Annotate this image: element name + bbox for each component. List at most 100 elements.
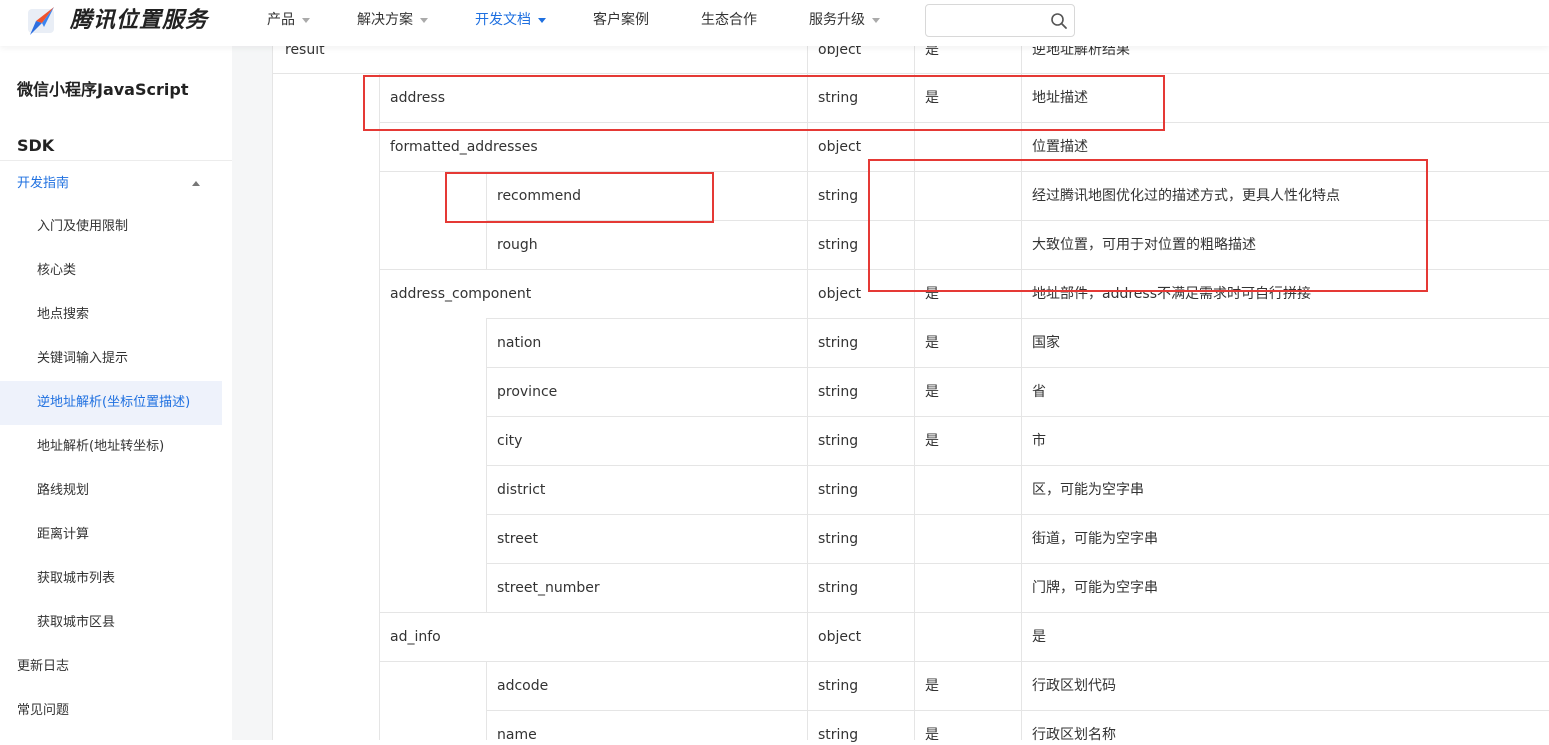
row-divider: [486, 367, 1549, 368]
param-desc: 国家: [1032, 335, 1060, 351]
param-name: street: [497, 531, 538, 547]
highlight-box-descriptions: [868, 159, 1428, 292]
col-divider: [486, 661, 487, 740]
param-desc: 街道，可能为空字串: [1032, 531, 1158, 547]
sidebar-section-dev-guide[interactable]: 开发指南: [17, 172, 69, 196]
param-type: object: [818, 139, 862, 155]
param-name: ad_info: [390, 629, 441, 645]
param-name: formatted_addresses: [390, 139, 538, 155]
param-name: street_number: [497, 580, 600, 596]
param-desc: 门牌，可能为空字串: [1032, 580, 1158, 596]
row-divider: [272, 73, 1549, 74]
row-divider: [486, 416, 1549, 417]
param-desc: 行政区划名称: [1032, 727, 1116, 743]
top-header: 腾讯位置服务 产品 解决方案 开发文档 客户案例 生态合作 服务升级: [0, 0, 1549, 46]
search-box: [925, 4, 1075, 37]
param-type: string: [818, 727, 859, 743]
nav-solutions[interactable]: 解决方案: [357, 0, 428, 40]
sidebar-item-city-list[interactable]: 获取城市列表: [0, 557, 222, 601]
param-required: 是: [925, 678, 939, 694]
nav-upgrade-label: 服务升级: [809, 12, 865, 28]
row-divider: [379, 612, 1549, 613]
param-type: string: [818, 482, 859, 498]
param-desc: 省: [1032, 384, 1046, 400]
col-divider: [379, 73, 380, 740]
row-divider: [379, 661, 1549, 662]
sidebar-item-geocoder[interactable]: 地址解析(地址转坐标): [0, 425, 222, 469]
param-type: string: [818, 531, 859, 547]
chevron-down-icon: [538, 17, 546, 23]
nav-solutions-label: 解决方案: [357, 12, 413, 28]
param-desc: 行政区划代码: [1032, 678, 1116, 694]
sidebar-item-faq[interactable]: 常见问题: [0, 689, 222, 733]
param-type: string: [818, 237, 859, 253]
sidebar-gutter: [232, 46, 272, 740]
sidebar-item-direction[interactable]: 路线规划: [0, 469, 222, 513]
sdk-title-line2: SDK: [17, 136, 55, 155]
nav-dev-docs-label: 开发文档: [475, 12, 531, 28]
sdk-title: 微信小程序JavaScript SDK: [17, 62, 217, 174]
chevron-down-icon: [872, 17, 880, 23]
sidebar-item-distance[interactable]: 距离计算: [0, 513, 222, 557]
col-divider: [1021, 24, 1022, 740]
nav-ecosystem[interactable]: 生态合作: [701, 0, 757, 40]
nav-cases[interactable]: 客户案例: [593, 0, 649, 40]
brand-name[interactable]: 腾讯位置服务: [70, 6, 208, 36]
param-required: 是: [925, 433, 939, 449]
col-divider: [914, 24, 915, 740]
row-divider: [486, 318, 1549, 319]
param-desc: 市: [1032, 433, 1046, 449]
col-divider: [486, 318, 487, 612]
param-desc: 位置描述: [1032, 139, 1088, 155]
param-type: string: [818, 335, 859, 351]
sidebar-item-reverse-geocoder[interactable]: 逆地址解析(坐标位置描述): [0, 381, 222, 425]
sidebar-divider: [0, 160, 232, 161]
row-divider: [486, 710, 1549, 711]
nav-product-label: 产品: [267, 12, 295, 28]
sidebar-item-changelog[interactable]: 更新日志: [0, 645, 222, 689]
param-type: string: [818, 188, 859, 204]
param-type: string: [818, 580, 859, 596]
sidebar-item-suggestion[interactable]: 关键词输入提示: [0, 337, 222, 381]
param-name: adcode: [497, 678, 549, 694]
nav-cases-label: 客户案例: [593, 12, 649, 28]
col-divider: [272, 24, 273, 740]
param-type: string: [818, 678, 859, 694]
nav-product[interactable]: 产品: [267, 0, 310, 40]
param-type: string: [818, 384, 859, 400]
search-input[interactable]: [932, 5, 1047, 36]
param-required: 是: [925, 384, 939, 400]
tencent-location-logo-icon[interactable]: [26, 5, 58, 37]
param-name: address_component: [390, 286, 532, 302]
param-name: nation: [497, 335, 542, 351]
param-required: 是: [925, 727, 939, 743]
col-divider: [807, 24, 808, 740]
row-divider: [486, 563, 1549, 564]
param-desc: 是: [1032, 629, 1046, 645]
param-name: rough: [497, 237, 538, 253]
sidebar-item-getting-started[interactable]: 入门及使用限制: [0, 205, 222, 249]
nav-dev-docs[interactable]: 开发文档: [475, 0, 546, 40]
nav-ecosystem-label: 生态合作: [701, 12, 757, 28]
param-desc: 区，可能为空字串: [1032, 482, 1144, 498]
sidebar-item-district[interactable]: 获取城市区县: [0, 601, 222, 645]
param-type: object: [818, 286, 862, 302]
row-divider: [486, 514, 1549, 515]
sidebar-item-poi-search[interactable]: 地点搜索: [0, 293, 222, 337]
param-name: city: [497, 433, 523, 449]
sidebar-item-core-class[interactable]: 核心类: [0, 249, 222, 293]
nav-upgrade[interactable]: 服务升级: [809, 0, 880, 40]
row-divider: [486, 465, 1549, 466]
param-name: province: [497, 384, 558, 400]
highlight-box-recommend: [445, 172, 714, 223]
search-icon[interactable]: [1050, 12, 1068, 30]
chevron-down-icon: [420, 17, 428, 23]
sdk-title-line1: 微信小程序JavaScript: [17, 80, 189, 99]
chevron-down-icon: [302, 17, 310, 23]
chevron-up-icon[interactable]: [192, 181, 200, 186]
param-type: string: [818, 433, 859, 449]
param-required: 是: [925, 335, 939, 351]
param-type: object: [818, 629, 862, 645]
param-name: name: [497, 727, 537, 743]
highlight-box-address: [363, 75, 1165, 131]
